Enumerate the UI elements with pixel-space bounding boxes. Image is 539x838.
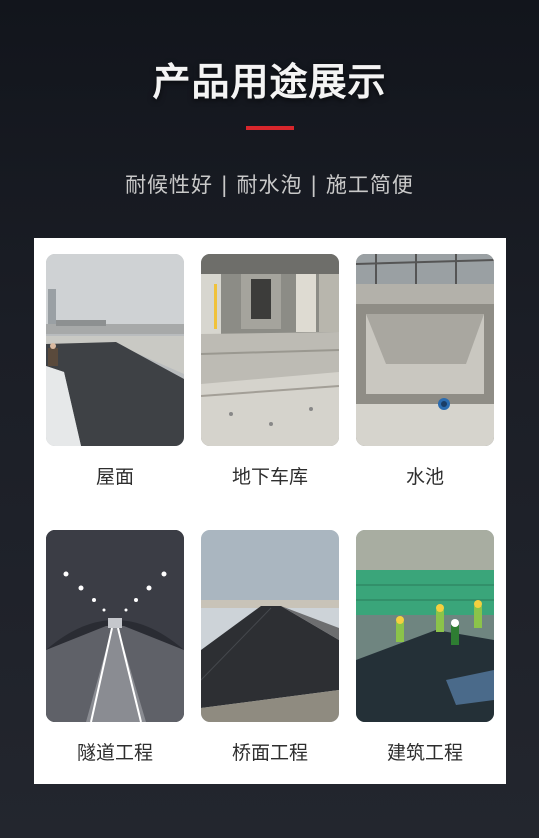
gallery-card-bridge: 桥面工程 bbox=[201, 530, 339, 766]
gallery-caption-tunnel: 隧道工程 bbox=[76, 742, 153, 764]
gallery-card-garage: 地下车库 bbox=[201, 254, 339, 490]
gallery-card-construction: 建筑工程 bbox=[356, 530, 494, 766]
gallery-caption-garage: 地下车库 bbox=[231, 466, 308, 488]
gallery-caption-construction: 建筑工程 bbox=[386, 742, 463, 764]
gallery-card-pool: 水池 bbox=[356, 254, 494, 490]
gallery-caption-pool: 水池 bbox=[405, 466, 444, 488]
title-underline bbox=[246, 126, 294, 130]
gallery-card-rooftop: 屋面 bbox=[46, 254, 184, 490]
rooftop-photo bbox=[46, 254, 184, 446]
construction-photo bbox=[356, 530, 494, 722]
garage-photo bbox=[201, 254, 339, 446]
gallery-card-tunnel: 隧道工程 bbox=[46, 530, 184, 766]
pool-photo bbox=[356, 254, 494, 446]
page-title: 产品用途展示 bbox=[152, 60, 387, 104]
bridge-photo bbox=[201, 530, 339, 722]
gallery-caption-rooftop: 屋面 bbox=[95, 466, 134, 488]
feature-subtitle: 耐候性好 | 耐水泡 | 施工简便 bbox=[125, 173, 414, 197]
tunnel-photo bbox=[46, 530, 184, 722]
gallery-caption-bridge: 桥面工程 bbox=[231, 742, 308, 764]
usage-gallery: 屋面 地下车库 水池 隧道工程 桥面工程 建筑工程 bbox=[34, 238, 506, 784]
